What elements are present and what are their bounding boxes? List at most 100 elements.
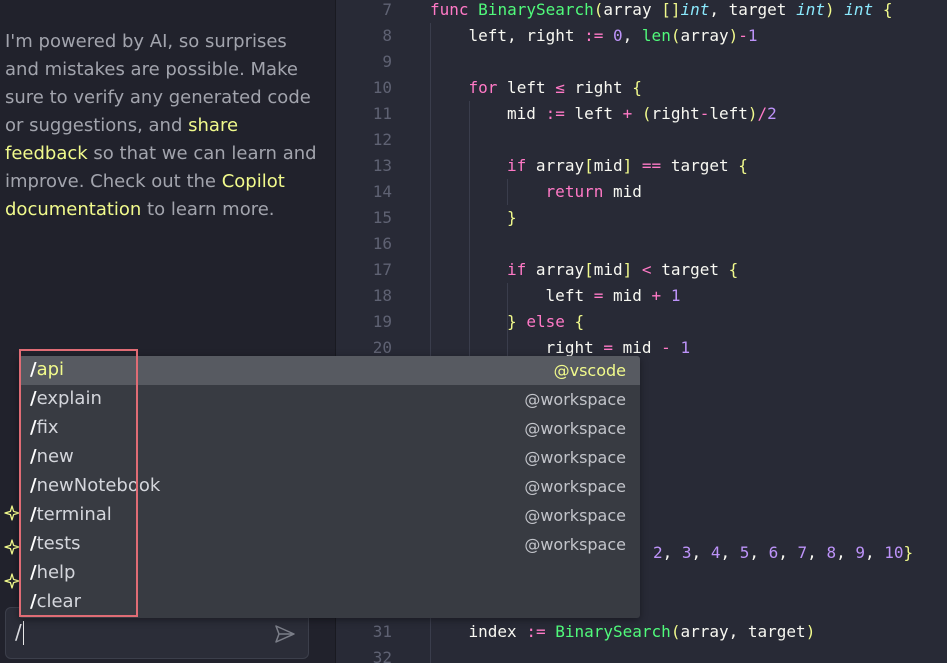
code-text: mid := left + (right-left)/2 [507,101,777,127]
suggestion-command: /terminal [30,504,112,525]
suggestion-command: /explain [30,388,102,409]
code-token: [ [584,260,594,279]
suggestion-clear[interactable]: /clear [19,588,640,617]
code-line[interactable]: 32 [336,645,947,663]
code-token: , [749,543,769,562]
code-token: { [728,260,739,279]
line-number: 8 [382,26,392,45]
code-token: left [709,104,748,123]
code-token: mid [507,104,546,123]
code-token: index [468,622,527,641]
code-line[interactable]: 31 index := BinarySearch(array, target) [336,619,947,645]
code-token: := [584,26,604,45]
code-line[interactable]: 19} else { [336,309,947,335]
code-token: := [545,104,565,123]
code-token: + [651,286,662,305]
code-line[interactable]: 18 left = mid + 1 [336,283,947,309]
text-cursor [23,621,24,645]
suggestion-command: /clear [30,591,81,612]
code-line[interactable]: 11 mid := left + (right-left)/2 [336,101,947,127]
code-line[interactable]: 7 func BinarySearch(array []int, target i… [336,0,947,23]
code-token: , [720,543,740,562]
slash-prefix: / [30,388,37,409]
code-line[interactable]: 16 [336,231,947,257]
suggestion-fix[interactable]: /fix @workspace [19,414,640,443]
suggestion-agent: @workspace [524,506,626,525]
line-number: 31 [372,622,392,641]
sparkle-icon [4,539,20,555]
code-token: mid [593,156,623,175]
code-token: target [651,260,729,279]
code-token: for [468,78,498,97]
code-token: right [564,78,633,97]
suggestion-explain[interactable]: /explain @workspace [19,385,640,414]
code-token: 8 [826,543,837,562]
code-text: } [507,205,517,231]
slash-prefix: / [30,591,37,612]
code-token: - [661,338,671,357]
suggestion-name: newNotebook [36,475,161,496]
code-text: if array[mid] == target { [507,153,748,179]
code-token: right [545,338,604,357]
suggestion-new[interactable]: /new @workspace [19,443,640,472]
code-token: mid [612,338,662,357]
send-icon [275,625,295,643]
code-token: , [662,543,682,562]
code-token: == [641,156,662,175]
code-line[interactable]: 9 [336,49,947,75]
code-token: ) [824,0,835,19]
code-line[interactable]: 17 if array[mid] < target { [336,257,947,283]
code-token: return [545,182,604,201]
suggestion-command: /newNotebook [30,475,160,496]
code-token: mid [593,260,623,279]
suggestion-agent: @vscode [553,361,626,380]
code-token: 2 [767,104,777,123]
line-number: 9 [382,52,392,71]
code-token: int [844,0,874,19]
code-token: left [497,78,556,97]
suggestion-help[interactable]: /help [19,559,640,588]
code-token: := [526,622,546,641]
suggestion-api[interactable]: /api @vscode [19,356,640,385]
code-token: ) [747,104,758,123]
suggestion-tests[interactable]: /tests @workspace [19,530,640,559]
slash-prefix: / [30,446,37,467]
suggestion-terminal[interactable]: /terminal @workspace [19,501,640,530]
code-line[interactable]: 15} [336,205,947,231]
code-text: 2, 3, 4, 5, 6, 7, 8, 9, 10} [653,540,913,566]
suggestion-command: /fix [30,417,59,438]
code-token: else [526,312,565,331]
code-token: array [680,26,729,45]
code-line[interactable]: 10 for left ≤ right { [336,75,947,101]
code-token: ] [622,156,633,175]
code-token: , [807,543,827,562]
suggestion-newNotebook[interactable]: /newNotebook @workspace [19,472,640,501]
code-line[interactable]: 14 return mid [336,179,947,205]
code-line[interactable]: 8 left, right := 0, len(array)-1 [336,23,947,49]
suggestion-command: /new [30,446,74,467]
line-number: 14 [372,182,392,201]
code-token: , target [709,0,797,19]
code-token: ] [622,260,633,279]
code-token: 5 [739,543,750,562]
send-button[interactable] [274,624,296,644]
code-token: len [641,26,671,45]
code-token: { [882,0,893,19]
code-token: + [622,104,633,123]
code-token: mid [603,182,642,201]
code-token: array [526,260,585,279]
suggestion-agent: @workspace [524,535,626,554]
code-token: [ [584,156,594,175]
code-token: { [632,78,642,97]
code-line[interactable]: 13 if array[mid] == target { [336,153,947,179]
code-token: 10 [884,543,904,562]
suggestion-name: new [36,446,74,467]
suggestion-name: clear [36,591,81,612]
code-token: ( [670,622,681,641]
code-line[interactable]: 12 [336,127,947,153]
